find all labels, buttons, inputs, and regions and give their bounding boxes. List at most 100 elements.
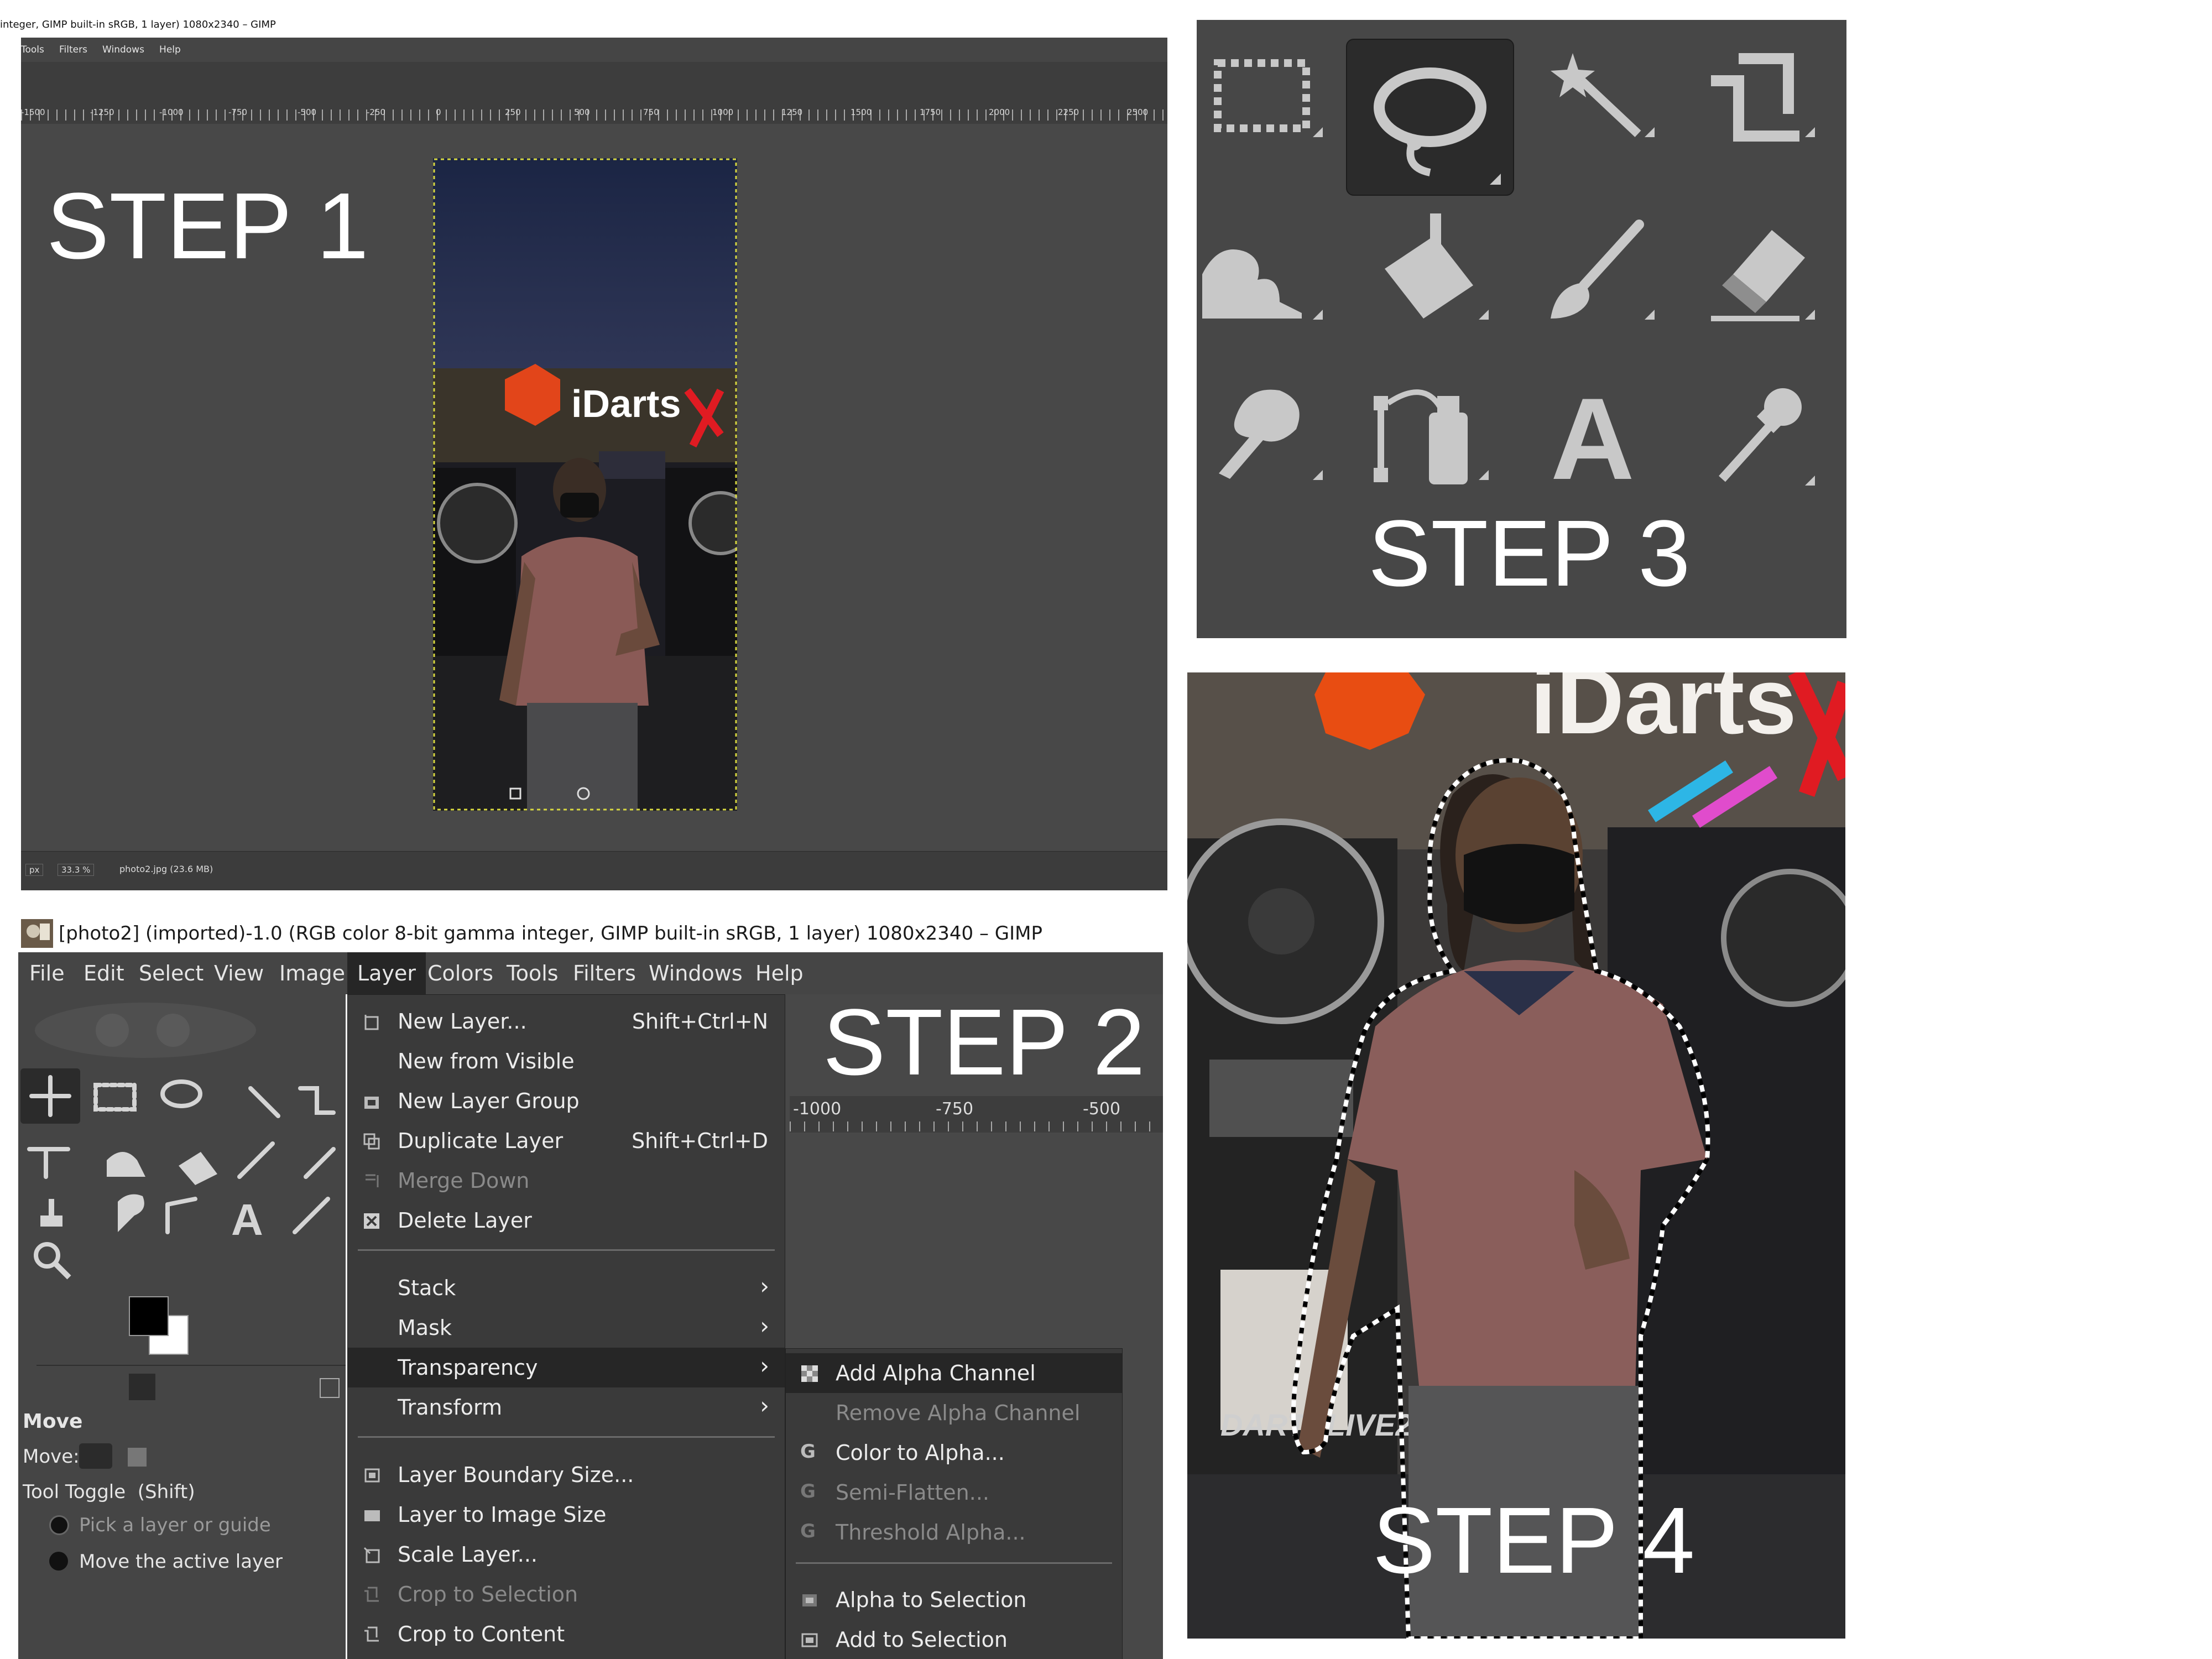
menu-separator [358,1249,775,1251]
menu-item-new-layer-group[interactable]: New Layer Group [348,1081,785,1121]
new-layer-icon [364,1015,379,1030]
menu-item-label: Add Alpha Channel [836,1361,1036,1385]
selection-result-photo[interactable]: iDarts DARTSLIVE2 [1187,672,1845,1639]
menu-layer[interactable]: Layer [347,952,426,994]
merge-down-icon [366,1174,379,1187]
menu-item-crop-to-selection[interactable]: Crop to Selection [348,1574,785,1614]
wilber-watermark [35,1003,256,1058]
menu-item-label: Scale Layer... [398,1542,538,1567]
menu-select[interactable]: Select [139,952,204,994]
color-picker-icon[interactable] [1689,363,1822,495]
menu-tools[interactable]: Tools [21,44,44,55]
menu-item-transform[interactable]: Transform › [348,1387,785,1427]
ruler-label: -1000 [793,1099,842,1119]
menu-item-crop-to-content[interactable]: Crop to Content [348,1614,785,1654]
crop-icon[interactable] [1689,20,1822,153]
menu-item-transparency[interactable]: Transparency › [348,1348,785,1387]
fuzzy-select-icon[interactable] [1528,20,1661,153]
menu-tools[interactable]: Tools [507,952,559,994]
menu-item-semi-flatten[interactable]: G Semi-Flatten... [786,1473,1122,1512]
move-layer-mode-button[interactable] [79,1443,112,1469]
menu-item-delete-layer[interactable]: Delete Layer [348,1201,785,1240]
menu-filters[interactable]: Filters [573,952,636,994]
horizontal-ruler[interactable]: -1500 -1250 -1000 -750 -500 -250 0 250 5… [21,62,1167,125]
dock-tabs[interactable] [18,1370,346,1404]
tab-menu-icon[interactable] [320,1378,340,1398]
menu-item-label: Remove Alpha Channel [836,1401,1081,1425]
ruler-label: 2000 [989,107,1010,117]
ruler-label: -1500 [21,107,45,117]
menu-colors[interactable]: Colors [427,952,493,994]
menu-item-duplicate-layer[interactable]: Duplicate Layer Shift+Ctrl+D [348,1121,785,1161]
menu-item-shortcut: Shift+Ctrl+D [632,1129,768,1153]
image-canvas[interactable]: STEP 1 iDarts [21,124,1167,851]
menu-item-remove-alpha-channel[interactable]: Remove Alpha Channel [786,1393,1122,1433]
menu-item-alpha-to-selection[interactable]: Alpha to Selection [786,1580,1122,1620]
menu-filters[interactable]: Filters [59,44,87,55]
toolbox-zoom: A STEP 3 [1197,20,1846,638]
ruler-label: 500 [574,107,590,117]
menu-item-stack[interactable]: Stack › [348,1268,785,1308]
menu-item-label: Layer to Image Size [398,1503,607,1527]
ruler-label: 2250 [1058,107,1079,117]
crop-icon [364,1587,379,1602]
menu-item-color-to-alpha[interactable]: G Color to Alpha... [786,1433,1122,1473]
crop-icon [364,1626,379,1642]
ruler-ticks [790,1121,1163,1131]
menubar: Tools Filters Windows Help [21,38,1167,62]
radio-pick-layer[interactable] [49,1515,69,1535]
menu-item-add-to-selection[interactable]: Add to Selection [786,1620,1122,1659]
menu-image[interactable]: Image [279,952,345,994]
menu-help[interactable]: Help [755,952,804,994]
menu-item-label: Alpha to Selection [836,1588,1027,1612]
paths-icon[interactable] [1363,363,1495,495]
menu-item-layer-to-image-size[interactable]: Layer to Image Size [348,1495,785,1535]
menu-file[interactable]: File [29,952,65,994]
bucket-fill-icon[interactable] [1363,202,1495,335]
radio-label: Pick a layer or guide [79,1514,271,1536]
menu-separator [796,1562,1112,1564]
menu-item-mask[interactable]: Mask › [348,1308,785,1348]
rect-select-icon[interactable] [1197,20,1329,153]
menu-item-label: New Layer Group [398,1089,580,1113]
menu-item-label: Crop to Selection [398,1582,578,1606]
free-select-icon[interactable] [1346,39,1514,196]
unit-select[interactable]: px [25,864,44,876]
step-label: STEP 2 [823,990,1145,1095]
menu-item-add-alpha-channel[interactable]: Add Alpha Channel [786,1353,1122,1393]
tool-grid[interactable]: A [18,1066,346,1243]
menu-help[interactable]: Help [159,44,181,55]
zoom-icon[interactable] [29,1238,74,1282]
menu-windows[interactable]: Windows [649,952,743,994]
menu-item-scale-layer[interactable]: Scale Layer... [348,1535,785,1574]
svg-text:A: A [1551,374,1635,495]
move-selection-mode-button[interactable] [128,1448,147,1467]
ruler-label: 0 [436,107,441,117]
zoom-select[interactable]: 33.3 % [58,864,95,876]
text-tool-icon[interactable]: A [1528,363,1661,504]
chevron-right-icon: › [760,1272,769,1300]
menu-item-label: New from Visible [398,1049,575,1073]
radio-move-active[interactable] [49,1552,68,1571]
chevron-right-icon: › [760,1352,769,1379]
warp-transform-icon[interactable] [1197,202,1329,335]
sign-text: iDarts [1530,672,1797,754]
gimp-logo-icon [21,919,53,948]
menu-item-threshold-alpha[interactable]: G Threshold Alpha... [786,1512,1122,1552]
menu-item-merge-down[interactable]: Merge Down [348,1161,785,1201]
smudge-icon[interactable] [1197,363,1329,495]
menu-view[interactable]: View [214,952,264,994]
tab-icon[interactable] [129,1374,155,1400]
menu-edit[interactable]: Edit [84,952,124,994]
paintbrush-icon[interactable] [1528,202,1661,335]
menu-windows[interactable]: Windows [102,44,144,55]
menu-item-new-layer[interactable]: New Layer... Shift+Ctrl+N [348,1001,785,1041]
checkerboard-icon [801,1365,818,1382]
menu-item-layer-boundary-size[interactable]: Layer Boundary Size... [348,1455,785,1495]
horizontal-ruler[interactable]: -1000 -750 -500 [790,1096,1163,1133]
step2-panel: [photo2] (imported)-1.0 (RGB color 8-bit… [0,901,1167,1659]
photo-layer[interactable]: iDarts [433,158,737,811]
foreground-color-swatch[interactable] [129,1296,169,1336]
menu-item-new-from-visible[interactable]: New from Visible [348,1041,785,1081]
eraser-icon[interactable] [1689,202,1822,335]
